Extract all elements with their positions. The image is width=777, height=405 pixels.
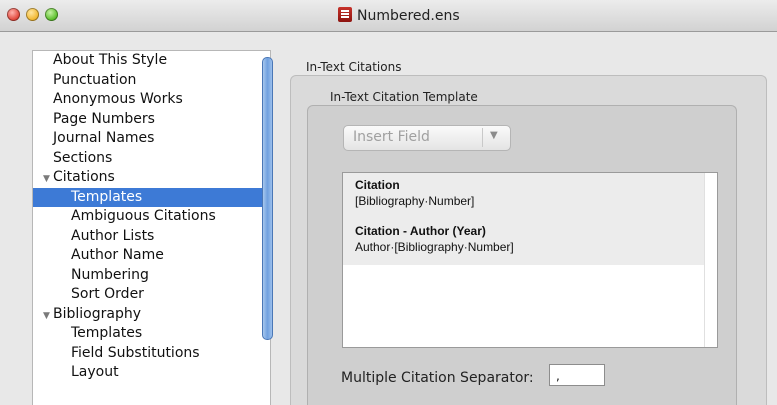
sidebar-item-label: Author Name — [71, 247, 164, 263]
sidebar-item[interactable]: ▼ Citations — [33, 168, 270, 188]
template-value: [Bibliography·Number] — [355, 194, 475, 208]
insert-field-button[interactable]: Insert Field ▼ — [343, 125, 511, 151]
zoom-window-button[interactable] — [45, 8, 58, 21]
sidebar-item[interactable]: Templates — [33, 324, 270, 344]
insert-field-label: Insert Field — [353, 129, 430, 145]
sidebar-item[interactable]: ▼ Bibliography — [33, 305, 270, 325]
sidebar-item[interactable]: Journal Names — [33, 129, 270, 149]
window-title-area: Numbered.ens — [338, 6, 460, 26]
document-icon — [338, 7, 352, 22]
sidebar-item[interactable]: Page Numbers — [33, 110, 270, 130]
style-sections-list[interactable]: About This Style Punctuation Anonymous Wor… — [32, 50, 271, 405]
sidebar-item-label: Field Substitutions — [71, 344, 200, 361]
sidebar-item[interactable]: Author Lists — [33, 227, 270, 247]
sidebar-item-label: Layout — [71, 364, 119, 380]
sidebar-item-label: Sections — [53, 149, 113, 166]
sidebar-item-label: Sort Order — [71, 286, 144, 302]
sidebar-item[interactable]: Field Substitutions — [33, 344, 270, 364]
sidebar-item[interactable]: Sections — [33, 149, 270, 169]
minimize-window-button[interactable] — [26, 8, 39, 21]
sidebar-item[interactable]: Author Name — [33, 246, 270, 266]
template-entry[interactable]: Citation [Bibliography·Number] — [343, 173, 704, 219]
disclosure-triangle-icon[interactable]: ▼ — [43, 307, 53, 327]
title-bar: Numbered.ens — [0, 0, 777, 32]
sidebar-item-label: Templates — [71, 188, 143, 205]
sidebar-item-label: About This Style — [53, 52, 168, 68]
chevron-down-icon: ▼ — [490, 130, 498, 141]
sidebar-item[interactable]: Anonymous Works — [33, 90, 270, 110]
sidebar-item[interactable]: Layout — [33, 363, 270, 383]
sidebar-item[interactable]: About This Style — [33, 51, 270, 71]
close-window-button[interactable] — [7, 8, 20, 21]
sidebar-item-label: Ambiguous Citations — [71, 208, 216, 224]
sidebar-scrollbar-thumb[interactable] — [262, 57, 273, 340]
group-label: In-Text Citations — [306, 60, 402, 74]
separator-label: Multiple Citation Separator: — [341, 370, 534, 386]
sidebar-item-label: Author Lists — [71, 227, 155, 244]
button-divider — [482, 128, 483, 147]
template-value: Author·[Bibliography·Number] — [355, 240, 514, 254]
disclosure-triangle-icon[interactable]: ▼ — [43, 170, 53, 190]
window-title: Numbered.ens — [357, 8, 460, 24]
sidebar-item-label: Numbering — [71, 266, 149, 283]
sidebar-item[interactable]: Ambiguous Citations — [33, 207, 270, 227]
sidebar-item-label: Page Numbers — [53, 110, 155, 127]
sidebar-item-label: Templates — [71, 325, 143, 341]
separator-input[interactable]: , — [549, 364, 605, 386]
template-name: Citation - Author (Year) — [355, 224, 486, 238]
sidebar-item[interactable]: Templates — [33, 187, 270, 207]
sidebar-item-label: Citations — [53, 169, 115, 185]
template-group-label: In-Text Citation Template — [330, 90, 478, 104]
sidebar-item-label: Anonymous Works — [53, 91, 183, 107]
citation-template-editor[interactable]: Citation [Bibliography·Number] Citation … — [342, 172, 718, 348]
template-entry[interactable]: Citation - Author (Year) Author·[Bibliog… — [343, 219, 704, 265]
template-name: Citation — [355, 178, 400, 192]
sidebar-item[interactable]: Numbering — [33, 266, 270, 286]
sidebar-item-label: Bibliography — [53, 305, 141, 322]
editor-scrollbar[interactable] — [704, 173, 717, 347]
sidebar-item-label: Journal Names — [53, 130, 155, 146]
sidebar-item-label: Punctuation — [53, 71, 137, 88]
sidebar-item[interactable]: Punctuation — [33, 71, 270, 91]
sidebar-item[interactable]: Sort Order — [33, 285, 270, 305]
